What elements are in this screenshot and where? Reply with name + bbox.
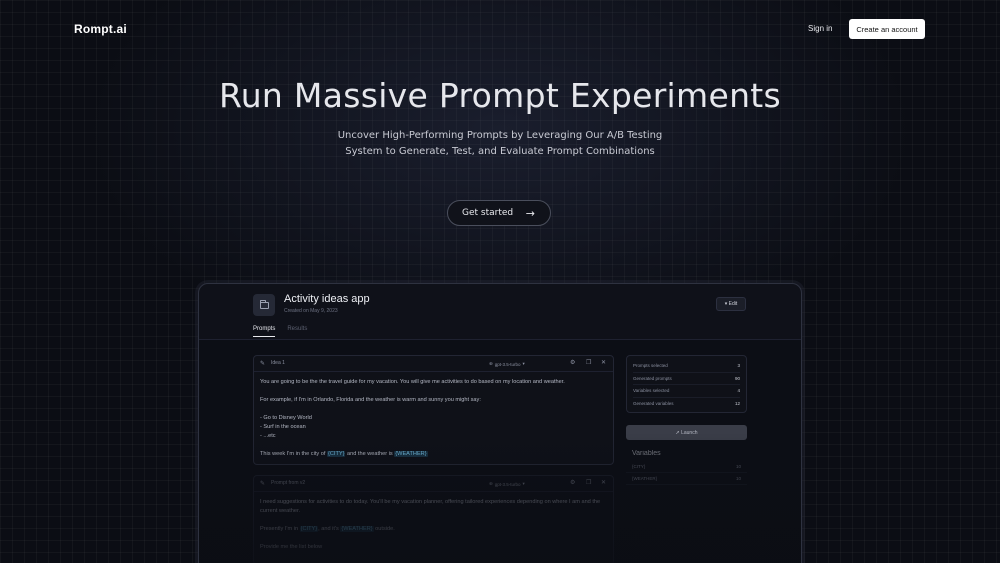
prompt-text-segment: and the weather is [345,451,395,457]
project-tabs: Prompts Results [253,326,307,337]
prompt-card: ✎ Prompt from v2 ⊛ gpt-3.5-turbo ▾ ⚙ ❐ ✕… [253,475,614,563]
settings-icon[interactable]: ⚙ [570,359,575,366]
prompt-line: Provide me the list below [260,544,323,550]
get-started-label: Get started [462,208,514,218]
app-preview: Activity ideas app Created on May 9, 202… [198,283,802,563]
edit-label: Edit [728,301,738,307]
project-created-date: Created on May 9, 2023 [284,308,338,314]
chevron-down-icon: ▾ [724,301,728,307]
variable-chip[interactable]: {CITY} [299,526,319,532]
stat-row: Prompts selected 3 [633,360,740,373]
stat-value: 12 [734,401,740,407]
variables-title: Variables [632,450,661,457]
prompt-text-segment: Presently I'm in [260,526,300,532]
prompt-line: Presently I'm in {CITY}, and it's {WEATH… [260,525,607,534]
model-selector[interactable]: ⊛ gpt-3.5-turbo ▾ [485,479,529,489]
stat-value: 3 [737,363,740,369]
variable-count: 10 [735,476,741,481]
tab-prompts[interactable]: Prompts [253,326,276,337]
hero-subtitle-line-2: System to Generate, Test, and Evaluate P… [345,146,655,157]
create-account-button[interactable]: Create an account [849,19,925,39]
arrow-right-icon: → [525,207,535,220]
prompt-name: Prompt from v2 [271,480,306,486]
stat-value: 4 [737,388,740,394]
hero-subtitle: Uncover High-Performing Prompts by Lever… [300,128,700,160]
hero-title: Run Massive Prompt Experiments [218,76,782,115]
prompt-line: For example, if I'm in Orlando, Florida … [260,397,481,403]
pencil-icon[interactable]: ✎ [260,360,265,367]
stat-row: Generated prompts 90 [633,373,740,385]
variable-name: {WEATHER} [632,476,658,481]
chevron-down-icon: ▾ [522,481,525,486]
stat-label: Prompts selected [633,363,668,369]
copy-icon[interactable]: ❐ [586,479,591,486]
prompt-name: Idea 1 [271,360,285,366]
prompt-line: This week I'm in the city of {CITY} and … [260,450,607,459]
copy-icon[interactable]: ❐ [586,359,591,366]
stat-label: Generated variables [633,401,674,407]
variable-chip[interactable]: {WEATHER} [340,526,374,532]
logo[interactable]: Rompt.ai [74,22,127,36]
prompt-text-segment: outside. [373,526,395,532]
launch-label: Launch [681,429,698,436]
edit-button[interactable]: ▾ Edit [716,297,746,311]
prompt-card-header: ✎ Prompt from v2 ⊛ gpt-3.5-turbo ▾ ⚙ ❐ ✕ [254,476,613,492]
variable-row[interactable]: {WEATHER} 10 [626,473,747,485]
sign-in-button[interactable]: Sign in [802,22,838,35]
prompt-card: ✎ Idea 1 ⊛ gpt-3.5-turbo ▾ ⚙ ❐ ✕ You are… [253,355,614,465]
prompt-line: I need suggestions for activities to do … [260,499,601,514]
prompt-line: You are going to be the the travel guide… [260,379,565,385]
stat-row: Variables selected 4 [633,385,740,398]
launch-button[interactable]: ➚ Launch [626,425,747,440]
variable-name: {CITY} [632,464,646,469]
prompt-text-segment: , and it's [318,526,341,532]
pencil-icon[interactable]: ✎ [260,480,265,487]
prompt-card-header: ✎ Idea 1 ⊛ gpt-3.5-turbo ▾ ⚙ ❐ ✕ [254,356,613,372]
folder-icon [253,294,275,316]
model-name: gpt-3.5-turbo [494,481,521,487]
stat-value: 90 [734,375,740,381]
hero-subtitle-line-1: Uncover High-Performing Prompts by Lever… [337,130,663,141]
stat-row: Generated variables 12 [633,398,740,411]
stat-label: Generated prompts [633,375,672,381]
variable-chip[interactable]: {WEATHER} [394,451,428,457]
tab-results[interactable]: Results [287,326,307,337]
model-name: gpt-3.5-turbo [494,361,521,367]
model-selector[interactable]: ⊛ gpt-3.5-turbo ▾ [485,359,529,369]
get-started-button[interactable]: Get started → [447,200,551,226]
prompt-text-segment: This week I'm in the city of [260,451,327,457]
model-icon: ⊛ [489,361,493,366]
variable-chip[interactable]: {CITY} [326,451,346,457]
prompt-text[interactable]: You are going to be the the travel guide… [254,372,613,474]
variables-panel: Variables {CITY} 10 {WEATHER} 10 [626,446,747,563]
variable-count: 10 [735,464,741,469]
top-nav: Rompt.ai Sign in Create an account [0,0,1000,58]
rocket-icon: ➚ [675,429,680,436]
settings-icon[interactable]: ⚙ [570,479,575,486]
chevron-down-icon: ▾ [522,361,525,366]
model-icon: ⊛ [489,481,493,486]
close-icon[interactable]: ✕ [601,479,606,486]
stat-label: Variables selected [633,388,670,394]
experiment-stats: Prompts selected 3 Generated prompts 90 Va… [626,355,747,413]
project-title: Activity ideas app [284,293,370,305]
variable-row[interactable]: {CITY} 10 [626,461,747,473]
close-icon[interactable]: ✕ [601,359,606,366]
prompt-line: - Go to Disney World - Surf in the ocean… [260,415,312,439]
prompt-text[interactable]: I need suggestions for activities to do … [254,492,613,563]
